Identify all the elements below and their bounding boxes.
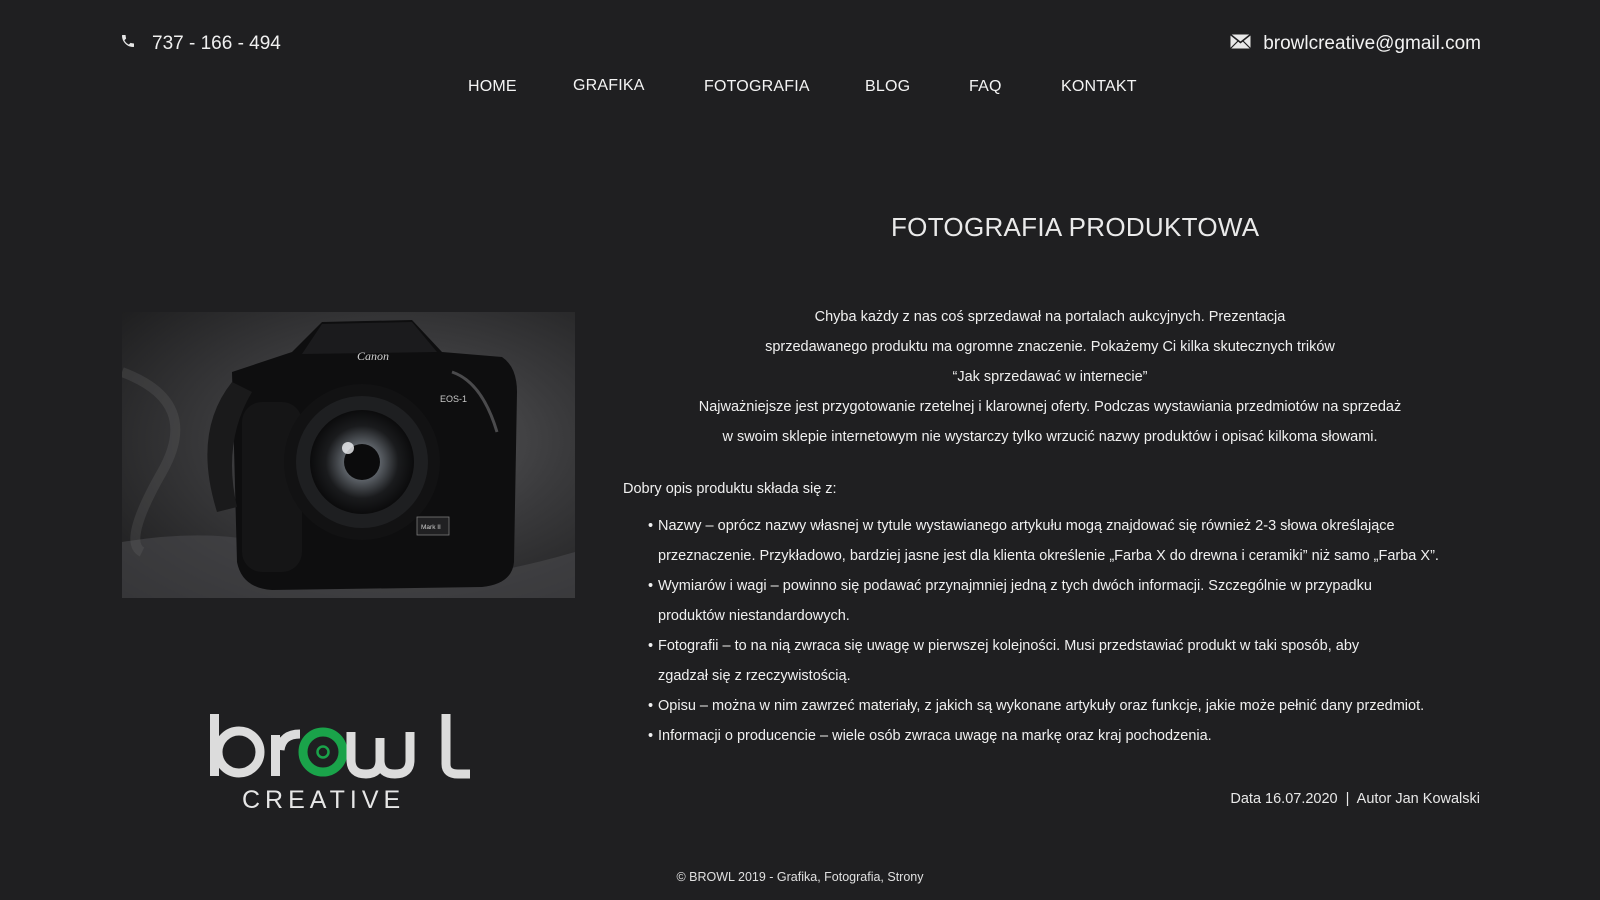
intro-line: “Jak sprzedawać w internecie” — [952, 369, 1148, 385]
nav-fotografia[interactable]: FOTOGRAFIA — [704, 78, 810, 96]
phone-contact[interactable]: 737 - 166 - 494 — [120, 33, 281, 55]
intro-line: Chyba każdy z nas coś sprzedawał na port… — [814, 309, 1286, 325]
product-description-list: • Nazwy – oprócz nazwy własnej w tytule … — [648, 511, 1488, 751]
camera-photo: Canon EOS-1 Mark II — [122, 312, 575, 598]
main-nav: HOME GRAFIKA FOTOGRAFIA BLOG FAQ KONTAKT — [0, 77, 1600, 100]
phone-number: 737 - 166 - 494 — [152, 33, 281, 54]
email-contact[interactable]: browlcreative@gmail.com — [1230, 33, 1481, 55]
nav-kontakt[interactable]: KONTAKT — [1061, 78, 1137, 96]
article-intro: Chyba każdy z nas coś sprzedawał na port… — [620, 302, 1480, 452]
nav-blog[interactable]: BLOG — [865, 78, 910, 96]
bullet-icon: • — [648, 638, 654, 654]
camera-badge-label: Mark II — [421, 524, 441, 531]
intro-line: Najważniejsze jest przygotowanie rzeteln… — [698, 399, 1402, 415]
page-title: FOTOGRAFIA PRODUKTOWA — [891, 212, 1260, 242]
intro-line: sprzedawanego produktu ma ogromne znacze… — [765, 339, 1335, 355]
envelope-icon — [1230, 33, 1252, 55]
list-item: • Informacji o producencie – wiele osób … — [648, 721, 1488, 751]
bullet-icon: • — [648, 728, 654, 744]
browl-creative-logo[interactable]: CREATIVE — [208, 712, 470, 814]
list-item: • Opisu – można w nim zawrzeć materiały,… — [648, 691, 1488, 721]
list-item: • Fotografii – to na nią zwraca się uwag… — [648, 631, 1488, 691]
article-meta: Data 16.07.2020 | Autor Jan Kowalski — [1230, 791, 1480, 807]
bullet-icon: • — [648, 578, 654, 594]
nav-grafika[interactable]: GRAFIKA — [573, 77, 645, 95]
nav-faq[interactable]: FAQ — [969, 78, 1002, 96]
page: 737 - 166 - 494 browlcreative@gmail.com … — [0, 0, 1600, 900]
list-item: • Wymiarów i wagi – powinno się podawać … — [648, 571, 1488, 631]
footer-copyright: © BROWL 2019 - Grafika, Fotografia, Stro… — [676, 870, 924, 884]
camera-brand-label: Canon — [357, 349, 389, 363]
nav-home[interactable]: HOME — [468, 78, 517, 96]
intro-line: w swoim sklepie internetowym nie wystarc… — [722, 429, 1378, 445]
logo-subtitle: CREATIVE — [242, 786, 405, 812]
camera-model-label: EOS-1 — [440, 394, 467, 404]
bullet-icon: • — [648, 518, 654, 534]
bullet-icon: • — [648, 698, 654, 714]
list-item: • Nazwy – oprócz nazwy własnej w tytule … — [648, 511, 1488, 571]
email-address: browlcreative@gmail.com — [1263, 33, 1481, 54]
phone-icon — [120, 33, 136, 55]
list-heading: Dobry opis produktu składa się z: — [623, 481, 837, 497]
